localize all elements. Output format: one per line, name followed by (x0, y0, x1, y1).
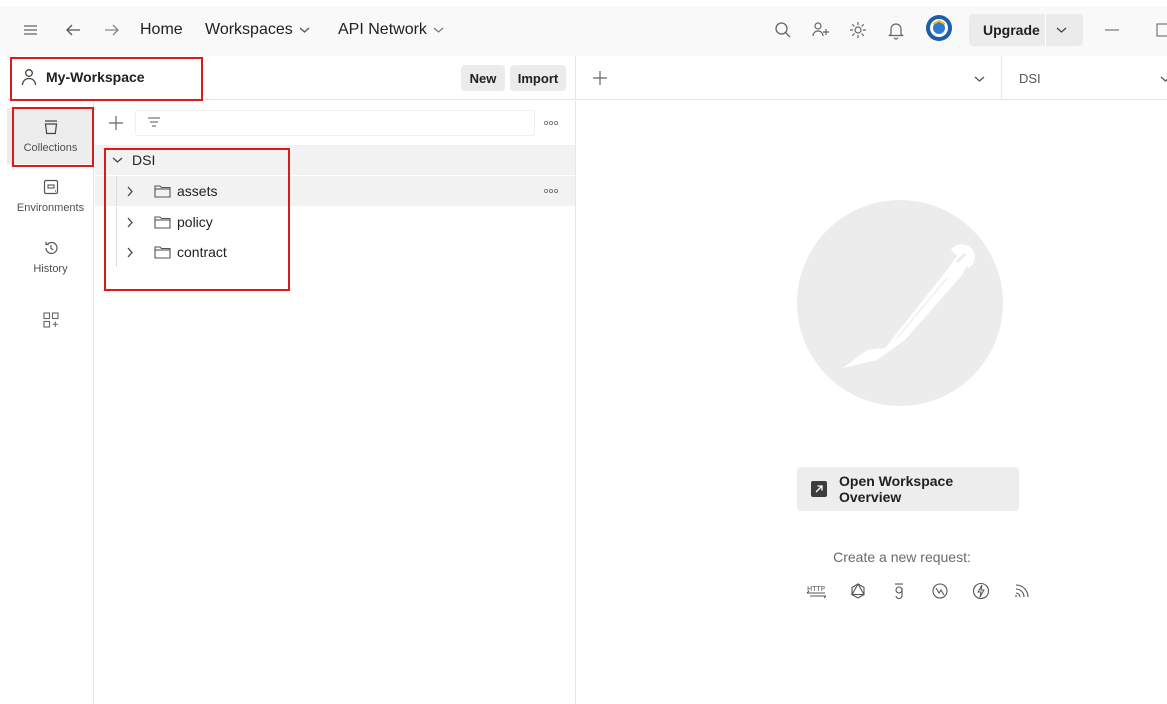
upgrade-label: Upgrade (983, 22, 1040, 38)
folder-name: contract (177, 244, 227, 260)
http-icon[interactable]: HTTP (796, 582, 837, 600)
request-type-icons: HTTP (796, 579, 1042, 603)
filter-icon[interactable] (147, 116, 161, 130)
configure-sidebar-icon[interactable] (7, 297, 94, 343)
tree-guide-line (116, 176, 117, 206)
sidebar-item-collections[interactable]: Collections (7, 108, 94, 164)
nav-home-label: Home (140, 21, 183, 38)
folder-name: assets (177, 183, 218, 199)
tabs-overflow-chevron-icon[interactable] (974, 75, 985, 83)
back-arrow-icon[interactable] (64, 18, 82, 42)
search-collections-input[interactable] (135, 110, 535, 136)
sidebar-item-label: Collections (23, 141, 78, 154)
grpc-icon[interactable] (878, 582, 919, 600)
invite-user-icon[interactable] (811, 18, 831, 42)
add-collection-plus-icon[interactable] (108, 115, 124, 131)
collection-row-dsi[interactable]: DSI (95, 145, 575, 175)
collections-panel: DSI assets policy contract (95, 101, 575, 704)
postman-logo-icon (797, 200, 1003, 406)
more-options-icon[interactable] (544, 120, 558, 126)
workspace-header: My-Workspace New Import (7, 56, 575, 100)
new-tab-plus-icon[interactable] (592, 70, 608, 86)
minimize-icon[interactable] (1104, 18, 1120, 42)
tree-guide-line (116, 207, 117, 237)
open-workspace-overview-button[interactable]: Open Workspace Overview (797, 467, 1019, 511)
history-icon (43, 240, 59, 256)
mqtt-icon[interactable] (1001, 583, 1042, 599)
title-bar-edge (0, 0, 1167, 6)
chevron-down-icon (299, 26, 310, 34)
folder-icon (154, 184, 171, 198)
environment-select[interactable]: DSI (1001, 56, 1167, 100)
tab-bar: DSI (575, 56, 1167, 100)
chevron-right-icon[interactable] (126, 247, 134, 258)
forward-arrow-icon[interactable] (103, 18, 121, 42)
more-options-icon[interactable] (544, 188, 558, 194)
new-button[interactable]: New (461, 65, 505, 91)
import-button[interactable]: Import (510, 65, 566, 91)
svg-text:HTTP: HTTP (807, 585, 825, 593)
main-panel: Open Workspace Overview Create a new req… (575, 101, 1167, 704)
upgrade-divider (1045, 14, 1046, 46)
tree-folder-contract[interactable]: contract (95, 237, 575, 267)
environments-icon (43, 179, 59, 195)
nav-workspaces-label: Workspaces (205, 21, 293, 38)
folder-name: policy (177, 214, 213, 230)
chevron-down-icon (1160, 75, 1167, 83)
graphql-icon[interactable] (837, 583, 878, 599)
sidebar-item-label: Environments (16, 201, 85, 214)
nav-api-network-label: API Network (338, 21, 427, 38)
chevron-right-icon[interactable] (126, 186, 134, 197)
collection-name: DSI (132, 152, 156, 168)
tree-guide-line (116, 237, 117, 267)
workspace-name[interactable]: My-Workspace (21, 68, 145, 86)
nav-workspaces[interactable]: Workspaces (205, 18, 310, 42)
environment-select-label: DSI (1019, 71, 1041, 86)
sidebar-item-history[interactable]: History (7, 229, 94, 285)
new-button-label: New (469, 70, 497, 86)
title-bar: Home Workspaces API Network Upgrade (0, 0, 1167, 56)
notifications-icon[interactable] (887, 18, 905, 42)
tree-folder-assets[interactable]: assets (95, 176, 575, 206)
create-request-label: Create a new request: (833, 549, 971, 565)
left-sidebar: Collections Environments History (7, 101, 94, 704)
tree-folder-policy[interactable]: policy (95, 207, 575, 237)
avatar[interactable] (925, 15, 953, 41)
chevron-down-icon (433, 26, 444, 34)
user-icon (21, 68, 37, 86)
maximize-icon[interactable] (1156, 18, 1167, 42)
websocket-icon[interactable] (919, 582, 960, 600)
collections-icon (43, 119, 59, 135)
search-icon[interactable] (774, 18, 792, 42)
sidebar-item-environments[interactable]: Environments (7, 168, 94, 224)
chevron-down-icon[interactable] (1056, 26, 1067, 34)
folder-icon (154, 215, 171, 229)
chevron-down-icon[interactable] (112, 156, 123, 164)
workspace-name-label: My-Workspace (46, 69, 145, 85)
socketio-icon[interactable] (960, 582, 1001, 600)
sidebar-item-label: History (33, 262, 68, 275)
import-button-label: Import (517, 70, 559, 86)
nav-api-network[interactable]: API Network (338, 18, 444, 42)
folder-icon (154, 245, 171, 259)
menu-icon[interactable] (22, 18, 40, 42)
upgrade-button[interactable]: Upgrade (969, 14, 1083, 46)
chevron-right-icon[interactable] (126, 217, 134, 228)
open-workspace-overview-label: Open Workspace Overview (839, 473, 954, 505)
settings-icon[interactable] (848, 18, 868, 42)
external-link-icon (811, 481, 827, 497)
nav-home[interactable]: Home (140, 18, 183, 42)
